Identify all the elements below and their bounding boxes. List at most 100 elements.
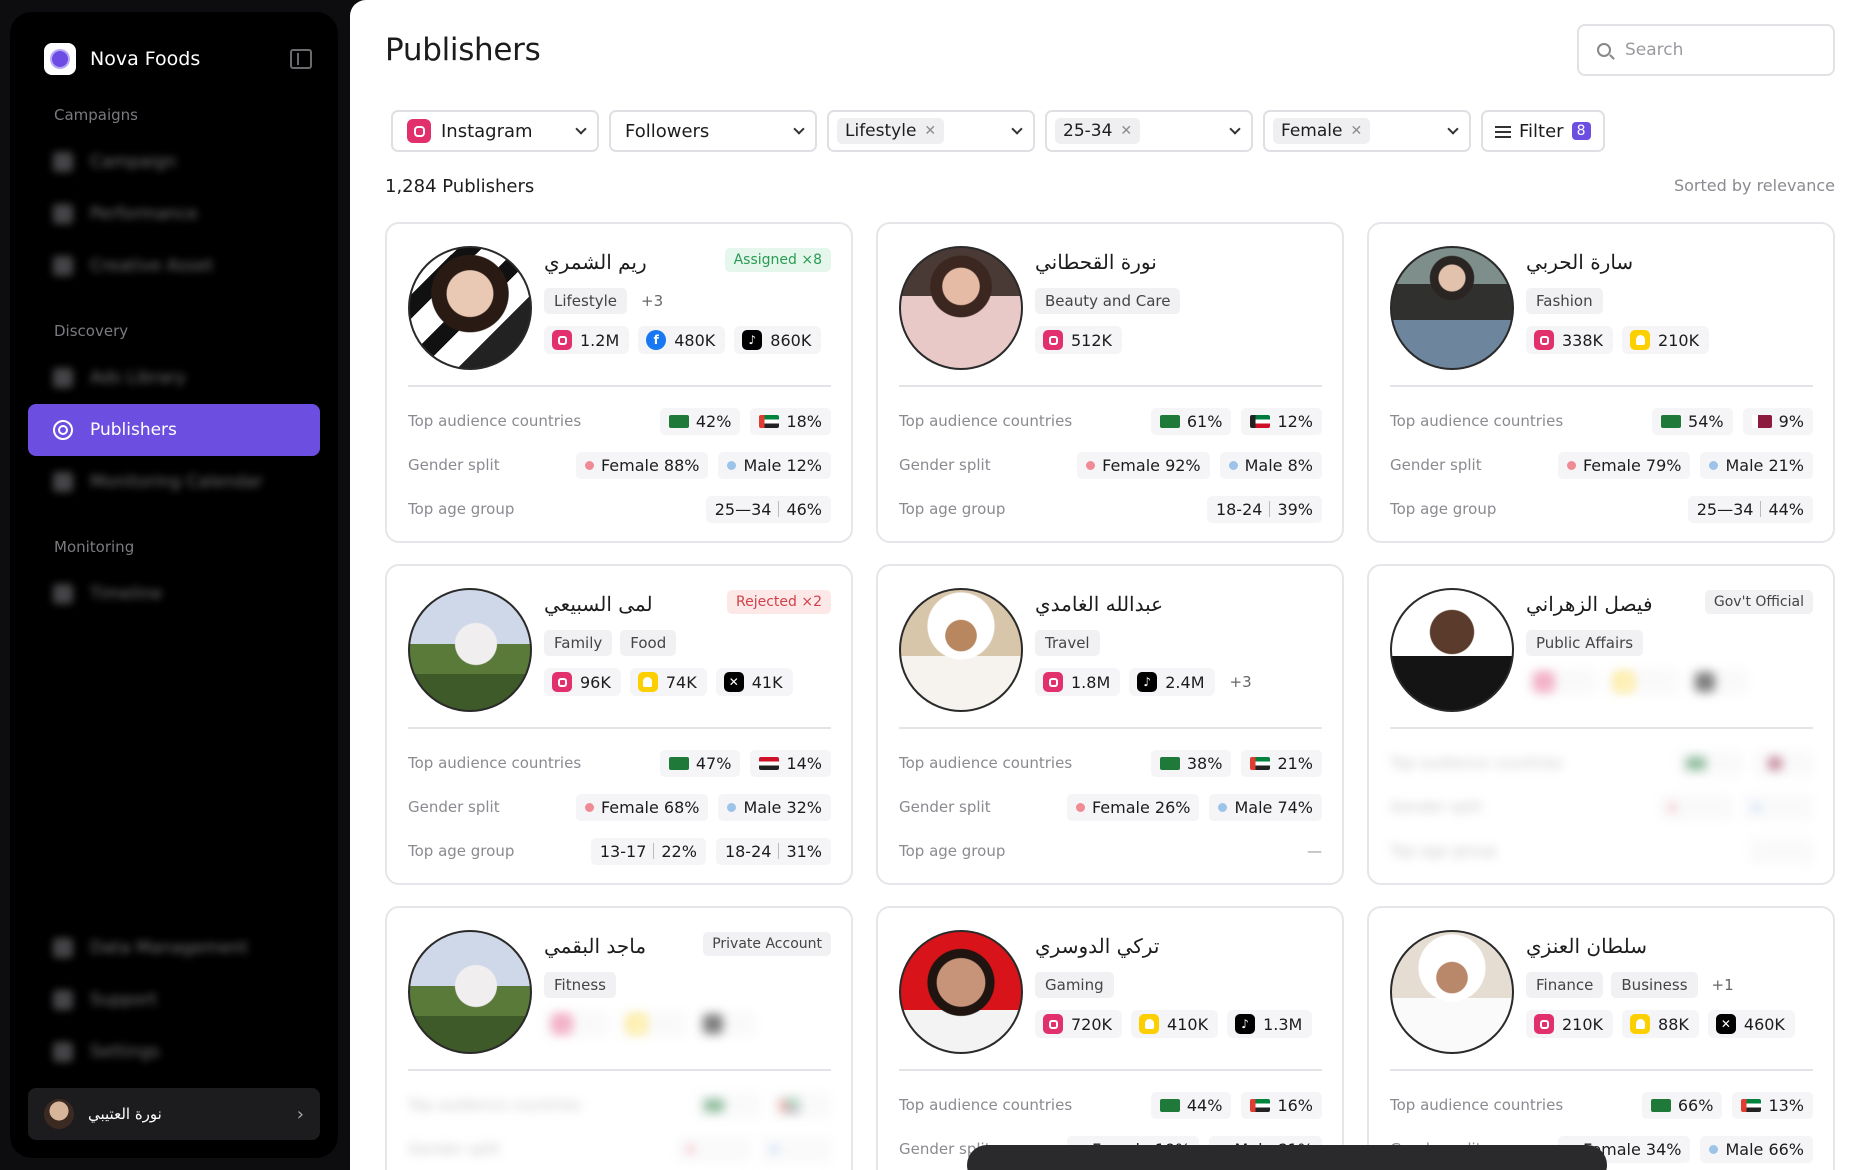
bottom-sheet-handle[interactable]: [967, 1145, 1607, 1170]
sidebar-item-publishers[interactable]: Publishers: [28, 404, 320, 456]
calendar-icon: [52, 471, 74, 493]
publisher-card[interactable]: لمى السبيعي Rejected ×2 Family Food 96K …: [385, 564, 853, 885]
metric-value: Followers: [625, 120, 710, 142]
close-icon[interactable]: ✕: [1350, 123, 1362, 139]
section-label-campaigns: Campaigns: [54, 106, 139, 124]
countries-label: Top audience countries: [408, 754, 582, 772]
uae-flag-icon: [1250, 1098, 1271, 1112]
more-tags[interactable]: +3: [635, 292, 669, 310]
chevron-right-icon: ›: [296, 1103, 304, 1125]
user-profile-row[interactable]: نورة العتيبي ›: [28, 1088, 320, 1140]
sidebar-item-ads-library[interactable]: Ads Library: [28, 352, 320, 404]
gender-chip[interactable]: Female ✕: [1273, 118, 1371, 144]
search-input[interactable]: Search: [1577, 24, 1835, 76]
category-select[interactable]: Lifestyle ✕: [827, 110, 1035, 152]
saudi-flag-icon: [1661, 414, 1682, 428]
blurred-audience-stats: Top audience countries Gender split Top …: [1390, 741, 1813, 873]
publisher-name: تركي الدوسري: [1035, 934, 1160, 958]
instagram-icon: [1534, 672, 1554, 692]
publisher-card[interactable]: فيصل الزهراني Gov't Official Public Affa…: [1367, 564, 1835, 885]
search-placeholder: Search: [1625, 40, 1684, 60]
gender-label: Gender split: [408, 798, 500, 816]
target-icon: [52, 419, 74, 441]
tiktok-icon: ♪: [1137, 672, 1158, 692]
platform-value: Instagram: [441, 120, 533, 142]
instagram-icon: [552, 672, 572, 692]
uae-flag-icon: [1250, 756, 1271, 770]
sidebar-item-performance[interactable]: Performance: [28, 188, 320, 240]
category-tag: Family: [544, 630, 613, 656]
platform-stat-snapchat: 74K: [629, 668, 707, 696]
countries-label: Top audience countries: [1390, 1096, 1564, 1114]
age-pill: 25—34 46%: [705, 495, 831, 523]
publisher-card[interactable]: ريم الشمري Assigned ×8 Lifestyle +3 1.2M…: [385, 222, 853, 543]
publisher-card[interactable]: سارة الحربي Fashion 338K 210K Top audien…: [1367, 222, 1835, 543]
platform-stat-tiktok: ♪ 2.4M: [1129, 668, 1215, 696]
instagram-icon: [552, 330, 572, 350]
publisher-card[interactable]: عبدالله الغامدي Travel 1.8M ♪ 2.4M +3 Top…: [876, 564, 1344, 885]
close-icon[interactable]: ✕: [924, 123, 936, 139]
more-tags[interactable]: +1: [1706, 976, 1740, 994]
saudi-flag-icon: [1159, 414, 1180, 428]
publisher-card[interactable]: نورة القحطاني Beauty and Care 512K Top a…: [876, 222, 1344, 543]
gender-label: Gender split: [899, 798, 991, 816]
sidebar-item-support[interactable]: Support: [28, 974, 320, 1026]
sidebar-item-settings[interactable]: Settings: [28, 1026, 320, 1078]
timeline-icon: [52, 583, 74, 605]
platform-stat-x: ✕ 41K: [715, 668, 793, 696]
platform-stat-snapchat: 210K: [1622, 326, 1710, 354]
country-pill: 66%: [1641, 1091, 1723, 1119]
saudi-flag-icon: [1650, 1098, 1671, 1112]
country-pill: 61%: [1150, 407, 1232, 435]
age-select[interactable]: 25-34 ✕: [1045, 110, 1253, 152]
divider: [408, 1069, 831, 1071]
avatar: [899, 588, 1023, 712]
sidebar-item-timeline[interactable]: Timeline: [28, 568, 320, 620]
country-pill: 54%: [1652, 407, 1733, 435]
filter-button[interactable]: Filter 8: [1481, 110, 1605, 152]
platform-stat-snapchat: 410K: [1131, 1010, 1219, 1038]
platform-select[interactable]: Instagram: [391, 110, 599, 152]
platform-stat-instagram: 1.8M: [1035, 668, 1121, 696]
category-chip[interactable]: Lifestyle ✕: [837, 118, 945, 144]
publisher-card[interactable]: تركي الدوسري Gaming 720K 410K ♪ 1.3M Top …: [876, 906, 1344, 1170]
sidebar-item-campaign[interactable]: Campaign: [28, 136, 320, 188]
chevron-down-icon: [793, 123, 805, 135]
platform-stat-snapchat: 88K: [1622, 1010, 1699, 1038]
chevron-down-icon: [575, 123, 587, 135]
female-pill: Female 26%: [1066, 793, 1200, 821]
age-pill: 18-24 31%: [715, 837, 831, 865]
male-pill: Male 8%: [1219, 451, 1322, 479]
category-tag: Lifestyle: [544, 288, 628, 314]
gender-select[interactable]: Female ✕: [1263, 110, 1471, 152]
sidebar-item-monitoring-calendar[interactable]: Monitoring Calendar: [28, 456, 320, 508]
publisher-card[interactable]: ماجد البقمي Private Account Fitness Top …: [385, 906, 853, 1170]
close-icon[interactable]: ✕: [1120, 123, 1132, 139]
avatar: [899, 930, 1023, 1054]
filter-bar: Instagram Followers Lifestyle ✕ 25-34 ✕ Fe…: [391, 110, 1605, 152]
publisher-card[interactable]: سلطان العنزي Finance Business +1 210K 88…: [1367, 906, 1835, 1170]
sidebar-collapse-icon[interactable]: [290, 49, 312, 69]
sidebar-item-creative-asset[interactable]: Creative Asset: [28, 240, 320, 292]
age-chip[interactable]: 25-34 ✕: [1055, 118, 1141, 144]
search-icon: [1597, 43, 1611, 57]
tiktok-icon: ♪: [742, 330, 763, 350]
metric-select[interactable]: Followers: [609, 110, 817, 152]
tiktok-icon: ♪: [1235, 1014, 1256, 1034]
sliders-icon: [1495, 124, 1511, 138]
category-tag: Beauty and Care: [1035, 288, 1181, 314]
female-pill: Female 79%: [1557, 451, 1691, 479]
male-pill: Male 32%: [718, 793, 831, 821]
gear-icon: [52, 1041, 74, 1063]
instagram-icon: [552, 1014, 572, 1034]
divider: [899, 385, 1322, 387]
blurred-audience-stats: Top audience countries Gender split: [408, 1083, 831, 1170]
sort-label[interactable]: Sorted by relevance: [1674, 176, 1835, 195]
sidebar-item-data-management[interactable]: Data Management: [28, 922, 320, 974]
divider: [1390, 727, 1813, 729]
more-platforms[interactable]: +3: [1224, 673, 1258, 691]
countries-label: Top audience countries: [1390, 412, 1564, 430]
female-pill: Female 88%: [575, 451, 709, 479]
platform-stat-x: ✕ 460K: [1707, 1010, 1795, 1038]
divider: [408, 385, 831, 387]
